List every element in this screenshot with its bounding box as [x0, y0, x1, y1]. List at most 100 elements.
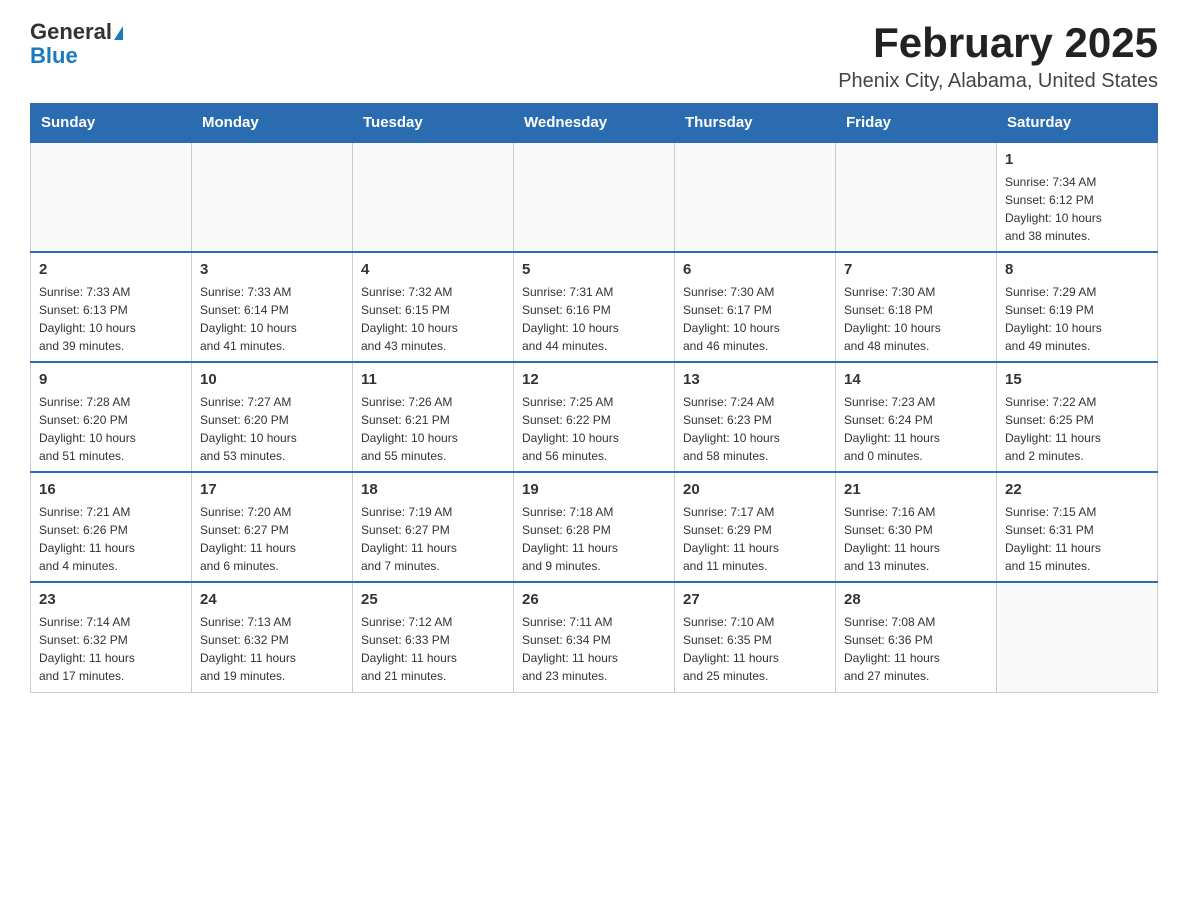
calendar-cell — [675, 142, 836, 252]
day-number: 9 — [39, 369, 183, 391]
day-info: Sunrise: 7:13 AM Sunset: 6:32 PM Dayligh… — [200, 613, 344, 685]
day-info: Sunrise: 7:22 AM Sunset: 6:25 PM Dayligh… — [1005, 393, 1149, 465]
day-number: 23 — [39, 589, 183, 611]
calendar-cell — [31, 142, 192, 252]
header-monday: Monday — [192, 104, 353, 143]
day-number: 19 — [522, 479, 666, 501]
calendar-cell — [997, 582, 1158, 692]
logo-triangle-icon — [114, 26, 123, 40]
logo-general-text: General — [30, 19, 112, 44]
calendar-cell: 13Sunrise: 7:24 AM Sunset: 6:23 PM Dayli… — [675, 362, 836, 472]
day-info: Sunrise: 7:23 AM Sunset: 6:24 PM Dayligh… — [844, 393, 988, 465]
day-number: 7 — [844, 259, 988, 281]
day-info: Sunrise: 7:10 AM Sunset: 6:35 PM Dayligh… — [683, 613, 827, 685]
calendar-week-1: 1Sunrise: 7:34 AM Sunset: 6:12 PM Daylig… — [31, 142, 1158, 252]
weekday-header-row: Sunday Monday Tuesday Wednesday Thursday… — [31, 104, 1158, 143]
day-info: Sunrise: 7:27 AM Sunset: 6:20 PM Dayligh… — [200, 393, 344, 465]
day-info: Sunrise: 7:08 AM Sunset: 6:36 PM Dayligh… — [844, 613, 988, 685]
title-section: February 2025 Phenix City, Alabama, Unit… — [838, 20, 1158, 93]
calendar-cell: 19Sunrise: 7:18 AM Sunset: 6:28 PM Dayli… — [514, 472, 675, 582]
calendar-cell: 8Sunrise: 7:29 AM Sunset: 6:19 PM Daylig… — [997, 252, 1158, 362]
calendar-cell: 20Sunrise: 7:17 AM Sunset: 6:29 PM Dayli… — [675, 472, 836, 582]
day-number: 26 — [522, 589, 666, 611]
day-number: 24 — [200, 589, 344, 611]
day-info: Sunrise: 7:14 AM Sunset: 6:32 PM Dayligh… — [39, 613, 183, 685]
day-number: 13 — [683, 369, 827, 391]
calendar-cell: 25Sunrise: 7:12 AM Sunset: 6:33 PM Dayli… — [353, 582, 514, 692]
day-number: 28 — [844, 589, 988, 611]
calendar-cell — [192, 142, 353, 252]
day-number: 11 — [361, 369, 505, 391]
header-thursday: Thursday — [675, 104, 836, 143]
calendar-table: Sunday Monday Tuesday Wednesday Thursday… — [30, 103, 1158, 693]
header-tuesday: Tuesday — [353, 104, 514, 143]
day-info: Sunrise: 7:26 AM Sunset: 6:21 PM Dayligh… — [361, 393, 505, 465]
day-number: 17 — [200, 479, 344, 501]
logo: General Blue — [30, 20, 123, 68]
calendar-cell: 1Sunrise: 7:34 AM Sunset: 6:12 PM Daylig… — [997, 142, 1158, 252]
day-number: 15 — [1005, 369, 1149, 391]
day-info: Sunrise: 7:15 AM Sunset: 6:31 PM Dayligh… — [1005, 503, 1149, 575]
day-number: 16 — [39, 479, 183, 501]
calendar-cell: 15Sunrise: 7:22 AM Sunset: 6:25 PM Dayli… — [997, 362, 1158, 472]
calendar-cell: 22Sunrise: 7:15 AM Sunset: 6:31 PM Dayli… — [997, 472, 1158, 582]
day-info: Sunrise: 7:25 AM Sunset: 6:22 PM Dayligh… — [522, 393, 666, 465]
calendar-cell: 21Sunrise: 7:16 AM Sunset: 6:30 PM Dayli… — [836, 472, 997, 582]
calendar-week-2: 2Sunrise: 7:33 AM Sunset: 6:13 PM Daylig… — [31, 252, 1158, 362]
day-number: 4 — [361, 259, 505, 281]
calendar-cell: 11Sunrise: 7:26 AM Sunset: 6:21 PM Dayli… — [353, 362, 514, 472]
calendar-cell: 2Sunrise: 7:33 AM Sunset: 6:13 PM Daylig… — [31, 252, 192, 362]
day-info: Sunrise: 7:19 AM Sunset: 6:27 PM Dayligh… — [361, 503, 505, 575]
calendar-cell: 3Sunrise: 7:33 AM Sunset: 6:14 PM Daylig… — [192, 252, 353, 362]
calendar-cell: 7Sunrise: 7:30 AM Sunset: 6:18 PM Daylig… — [836, 252, 997, 362]
day-number: 20 — [683, 479, 827, 501]
day-number: 12 — [522, 369, 666, 391]
calendar-cell: 23Sunrise: 7:14 AM Sunset: 6:32 PM Dayli… — [31, 582, 192, 692]
day-info: Sunrise: 7:30 AM Sunset: 6:18 PM Dayligh… — [844, 283, 988, 355]
header-wednesday: Wednesday — [514, 104, 675, 143]
calendar-cell — [353, 142, 514, 252]
calendar-cell: 16Sunrise: 7:21 AM Sunset: 6:26 PM Dayli… — [31, 472, 192, 582]
day-info: Sunrise: 7:20 AM Sunset: 6:27 PM Dayligh… — [200, 503, 344, 575]
day-number: 6 — [683, 259, 827, 281]
day-info: Sunrise: 7:30 AM Sunset: 6:17 PM Dayligh… — [683, 283, 827, 355]
day-info: Sunrise: 7:29 AM Sunset: 6:19 PM Dayligh… — [1005, 283, 1149, 355]
day-number: 22 — [1005, 479, 1149, 501]
day-number: 25 — [361, 589, 505, 611]
calendar-body: 1Sunrise: 7:34 AM Sunset: 6:12 PM Daylig… — [31, 142, 1158, 692]
day-info: Sunrise: 7:34 AM Sunset: 6:12 PM Dayligh… — [1005, 173, 1149, 245]
calendar-cell — [514, 142, 675, 252]
calendar-week-3: 9Sunrise: 7:28 AM Sunset: 6:20 PM Daylig… — [31, 362, 1158, 472]
day-number: 21 — [844, 479, 988, 501]
calendar-cell: 6Sunrise: 7:30 AM Sunset: 6:17 PM Daylig… — [675, 252, 836, 362]
day-number: 27 — [683, 589, 827, 611]
day-number: 5 — [522, 259, 666, 281]
day-number: 1 — [1005, 149, 1149, 171]
day-info: Sunrise: 7:24 AM Sunset: 6:23 PM Dayligh… — [683, 393, 827, 465]
calendar-title: February 2025 — [838, 20, 1158, 66]
header-saturday: Saturday — [997, 104, 1158, 143]
day-info: Sunrise: 7:18 AM Sunset: 6:28 PM Dayligh… — [522, 503, 666, 575]
calendar-subtitle: Phenix City, Alabama, United States — [838, 70, 1158, 93]
calendar-cell: 4Sunrise: 7:32 AM Sunset: 6:15 PM Daylig… — [353, 252, 514, 362]
day-info: Sunrise: 7:31 AM Sunset: 6:16 PM Dayligh… — [522, 283, 666, 355]
calendar-cell: 24Sunrise: 7:13 AM Sunset: 6:32 PM Dayli… — [192, 582, 353, 692]
day-info: Sunrise: 7:11 AM Sunset: 6:34 PM Dayligh… — [522, 613, 666, 685]
calendar-week-4: 16Sunrise: 7:21 AM Sunset: 6:26 PM Dayli… — [31, 472, 1158, 582]
day-info: Sunrise: 7:21 AM Sunset: 6:26 PM Dayligh… — [39, 503, 183, 575]
day-info: Sunrise: 7:17 AM Sunset: 6:29 PM Dayligh… — [683, 503, 827, 575]
header-sunday: Sunday — [31, 104, 192, 143]
day-number: 2 — [39, 259, 183, 281]
calendar-week-5: 23Sunrise: 7:14 AM Sunset: 6:32 PM Dayli… — [31, 582, 1158, 692]
calendar-cell: 18Sunrise: 7:19 AM Sunset: 6:27 PM Dayli… — [353, 472, 514, 582]
day-number: 18 — [361, 479, 505, 501]
calendar-cell: 5Sunrise: 7:31 AM Sunset: 6:16 PM Daylig… — [514, 252, 675, 362]
calendar-cell: 27Sunrise: 7:10 AM Sunset: 6:35 PM Dayli… — [675, 582, 836, 692]
day-number: 3 — [200, 259, 344, 281]
calendar-cell: 10Sunrise: 7:27 AM Sunset: 6:20 PM Dayli… — [192, 362, 353, 472]
logo-blue-text: Blue — [30, 44, 123, 68]
day-info: Sunrise: 7:16 AM Sunset: 6:30 PM Dayligh… — [844, 503, 988, 575]
day-info: Sunrise: 7:32 AM Sunset: 6:15 PM Dayligh… — [361, 283, 505, 355]
calendar-header: Sunday Monday Tuesday Wednesday Thursday… — [31, 104, 1158, 143]
page-header: General Blue February 2025 Phenix City, … — [30, 20, 1158, 93]
